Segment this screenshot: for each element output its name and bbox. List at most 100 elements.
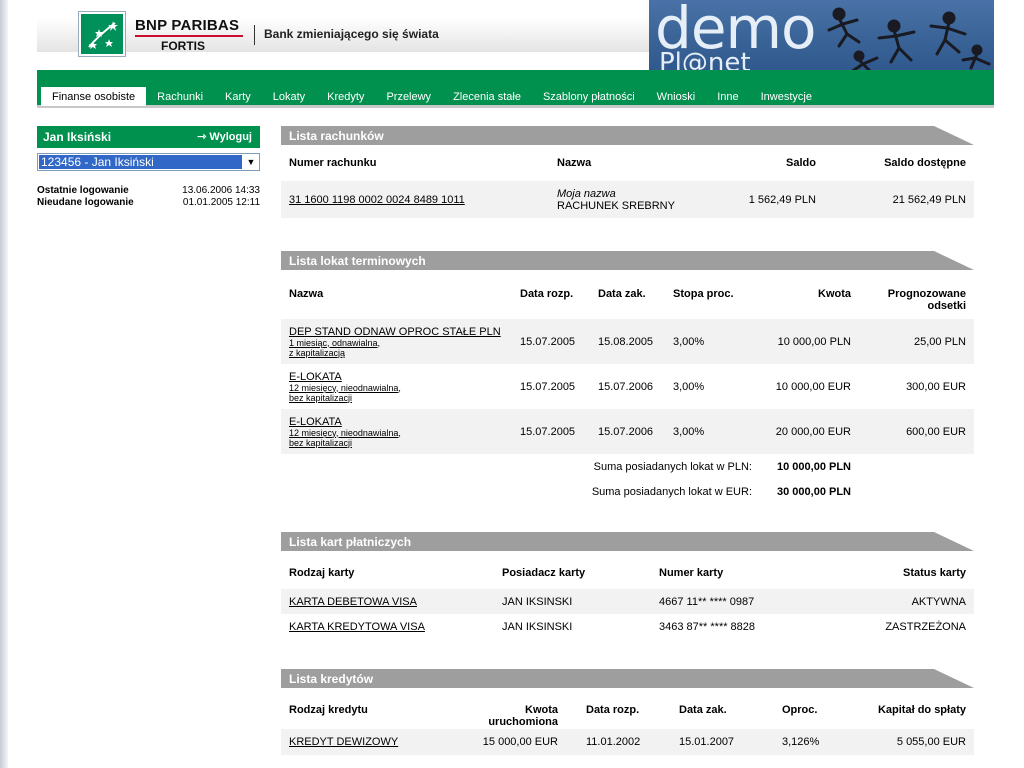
table-header-row: Rodzaj karty Posiadacz karty Numer karty…: [281, 551, 974, 589]
col-header: Kwota: [818, 288, 851, 300]
deposit-start: 15.07.2005: [512, 409, 590, 454]
table-row: E-LOKATA 12 miesięcy, nieodnawialna, bez k…: [281, 409, 974, 454]
card-type-link[interactable]: KARTA KREDYTOWA VISA: [289, 621, 425, 633]
logout-arrow-icon: ⇾: [197, 131, 210, 143]
loan-start: 11.01.2002: [566, 729, 671, 755]
last-login-value: 13.06.2006 14:33: [182, 185, 260, 196]
deposit-start: 15.07.2005: [520, 380, 576, 393]
nav-item-zlecenia-stale[interactable]: Zlecenia stałe: [442, 87, 532, 106]
nav-list: Finanse osobiste Rachunki Karty Lokaty K…: [41, 87, 823, 106]
deposit-rate: 3,00%: [673, 380, 705, 393]
failed-login-value: 01.01.2005 12:11: [182, 197, 260, 208]
deposit-amount: 20 000,00 EUR: [760, 409, 859, 454]
col-header: Rodzaj karty: [289, 567, 355, 579]
card-holder: JAN IKSINSKI: [502, 620, 573, 633]
deposit-detail[interactable]: 1 miesiąc, odnawialna,: [289, 338, 504, 348]
account-select[interactable]: 123456 - Jan Iksiński ▼: [37, 153, 260, 171]
deposit-detail[interactable]: bez kapitalizacji: [289, 393, 504, 403]
deposit-end: 15.08.2005: [590, 319, 665, 364]
cards-section: Lista kart płatniczych Rodzaj karty Posi…: [281, 532, 974, 639]
brand-separator: [254, 25, 255, 45]
card-number: 4667 11** **** 0987: [651, 589, 825, 614]
table-header-row: Rodzaj kredytu Kwota uruchomiona Data ro…: [281, 688, 974, 729]
deposit-end: 15.07.2006: [590, 409, 665, 454]
last-login-label: Ostatnie logowanie: [37, 185, 129, 196]
col-header: Data rozp.: [520, 288, 574, 300]
deposit-end: 15.07.2006: [598, 380, 654, 393]
col-header: Numer karty: [659, 567, 724, 579]
deposit-name-link[interactable]: E-LOKATA: [289, 371, 342, 383]
failed-login-row: Nieudane logowanie 01.01.2005 12:11: [37, 197, 260, 209]
card-status: AKTYWNA: [824, 589, 974, 614]
deposits-table: Nazwa Data rozp. Data zak. Stopa proc. K…: [281, 270, 974, 504]
col-header: Oproc.: [782, 704, 818, 716]
card-status: ZASTRZEŻONA: [885, 620, 966, 633]
card-type-link[interactable]: KARTA DEBETOWA VISA: [289, 596, 417, 608]
table-row: KARTA DEBETOWA VISA JAN IKSINSKI 4667 11…: [281, 589, 974, 614]
col-header: Status karty: [903, 567, 966, 579]
nav-item-szablony-platnosci[interactable]: Szablony płatności: [532, 87, 646, 106]
nav-item-inne[interactable]: Inne: [706, 87, 749, 106]
deposit-interest: 25,00 PLN: [859, 319, 974, 364]
deposit-detail[interactable]: z kapitalizacją: [289, 348, 504, 358]
section-title: Lista lokat terminowych: [281, 251, 974, 270]
account-number-link[interactable]: 31 1600 1198 0002 0024 8489 1011: [289, 194, 465, 206]
nav-item-lokaty[interactable]: Lokaty: [262, 87, 316, 106]
deposit-interest: 300,00 EUR: [906, 380, 966, 393]
user-bar: Jan Iksiński ⇾ Wyloguj: [37, 126, 260, 148]
table-row: KARTA KREDYTOWA VISA JAN IKSINSKI 3463 8…: [281, 614, 974, 639]
sum-pln-value: 10 000,00 PLN: [777, 460, 851, 473]
sum-row: Suma posiadanych lokat w PLN: 10 000,00 …: [281, 454, 974, 479]
nav-item-rachunki[interactable]: Rachunki: [146, 87, 214, 106]
deposit-name-link[interactable]: DEP STAND ODNAW OPROC STAŁE PLN: [289, 326, 501, 338]
window-left-edge: [0, 0, 8, 768]
table-row: KREDYT DEWIZOWY 15 000,00 EUR 11.01.2002…: [281, 729, 974, 755]
table-header-row: Nazwa Data rozp. Data zak. Stopa proc. K…: [281, 270, 974, 319]
col-header: Nazwa: [557, 157, 592, 169]
deposit-rate: 3,00%: [665, 409, 760, 454]
sum-row: Suma posiadanych lokat w EUR: 30 000,00 …: [281, 479, 974, 504]
login-info: Ostatnie logowanie 13.06.2006 14:33 Nieu…: [37, 185, 260, 209]
col-header: Kwota uruchomiona: [488, 704, 558, 728]
logout-label: Wyloguj: [209, 131, 252, 143]
col-header: Numer rachunku: [289, 157, 377, 169]
deposits-section: Lista lokat terminowych Nazwa Data rozp.…: [281, 251, 974, 504]
deposit-interest: 600,00 EUR: [859, 409, 974, 454]
deposit-detail[interactable]: bez kapitalizacji: [289, 438, 504, 448]
deposit-detail[interactable]: 12 miesięcy, nieodnawialna,: [289, 383, 504, 393]
main-content: Lista rachunków Numer rachunku Nazwa Sal…: [281, 126, 974, 755]
user-panel: Jan Iksiński ⇾ Wyloguj 123456 - Jan Iksi…: [37, 126, 260, 209]
nav-item-wnioski[interactable]: Wnioski: [646, 87, 707, 106]
deposit-start: 15.07.2005: [512, 319, 590, 364]
sum-pln-label: Suma posiadanych lokat w PLN:: [593, 460, 752, 473]
last-login-row: Ostatnie logowanie 13.06.2006 14:33: [37, 185, 260, 197]
sum-eur-label: Suma posiadanych lokat w EUR:: [591, 485, 752, 498]
table-row: DEP STAND ODNAW OPROC STAŁE PLN 1 miesiąc…: [281, 319, 974, 364]
nav-item-inwestycje[interactable]: Inwestycje: [750, 87, 823, 106]
col-header: Posiadacz karty: [502, 567, 586, 579]
col-header: Data zak.: [598, 288, 646, 300]
nav-item-przelewy[interactable]: Przelewy: [375, 87, 442, 106]
failed-login-label: Nieudane logowanie: [37, 197, 134, 208]
account-available: 21 562,49 PLN: [824, 181, 974, 218]
chevron-down-icon[interactable]: ▼: [245, 156, 257, 168]
header: BNP PARIBAS FORTIS Bank zmieniającego si…: [37, 0, 994, 84]
nav-item-karty[interactable]: Karty: [214, 87, 262, 106]
col-header: Saldo: [786, 157, 816, 169]
user-name: Jan Iksiński: [43, 130, 112, 144]
slogan: Bank zmieniającego się świata: [264, 27, 439, 41]
bank-logo[interactable]: [79, 12, 125, 56]
logout-link[interactable]: ⇾ Wyloguj: [197, 130, 252, 143]
nav-item-finanse-osobiste[interactable]: Finanse osobiste: [41, 87, 147, 106]
loans-table: Rodzaj kredytu Kwota uruchomiona Data ro…: [281, 688, 974, 755]
col-header: Stopa proc.: [673, 288, 734, 300]
col-header: Saldo dostępne: [884, 157, 966, 169]
section-title: Lista kart płatniczych: [281, 532, 974, 551]
nav-item-kredyty[interactable]: Kredyty: [316, 87, 375, 106]
loan-type-link[interactable]: KREDYT DEWIZOWY: [289, 736, 398, 748]
table-header-row: Numer rachunku Nazwa Saldo Saldo dostępn…: [281, 145, 974, 181]
deposit-name-link[interactable]: E-LOKATA: [289, 416, 342, 428]
col-header: Prognozowane odsetki: [887, 288, 966, 312]
loan-rate: 3,126%: [774, 729, 852, 755]
deposit-detail[interactable]: 12 miesięcy, nieodnawialna,: [289, 428, 504, 438]
